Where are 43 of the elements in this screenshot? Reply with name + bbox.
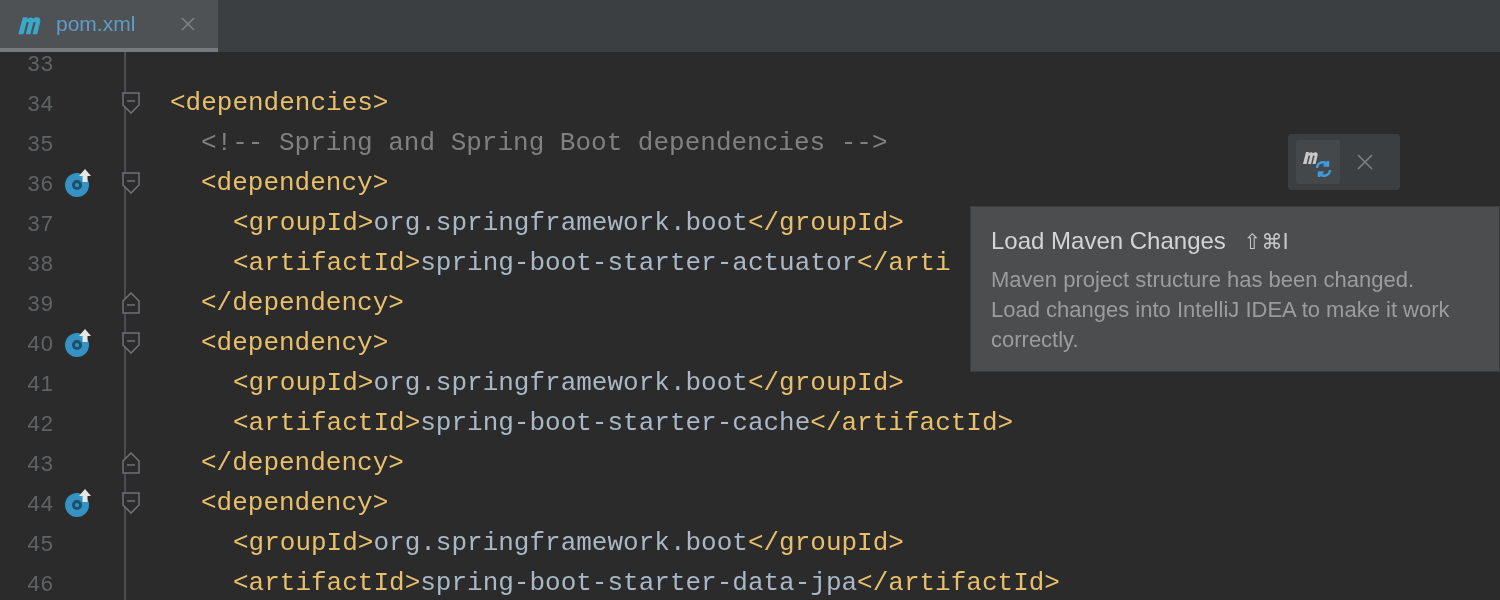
shortcut-text: ⇧⌘I [1243,229,1289,256]
line-number: 38 [26,249,54,278]
fold-icon[interactable] [122,332,140,354]
line-number: 42 [26,409,54,438]
fold-icon[interactable] [122,292,140,314]
overridden-method-icon[interactable] [64,168,94,198]
tooltip-description: Maven project structure has been changed. Load changes into IntelliJ IDEA to make it work correctly. [991,266,1451,354]
fold-icon[interactable] [122,92,140,114]
close-icon[interactable] [180,16,196,32]
tooltip-title: Load Maven Changes [991,226,1226,256]
editor-tab[interactable]: pom.xml [0,0,218,52]
code-line: <dependency> [201,327,389,360]
code-line: <artifactId>spring-boot-starter-cache</artifactId> [233,407,1014,440]
fold-icon[interactable] [122,172,140,194]
overridden-method-icon[interactable] [64,488,94,518]
fold-icon[interactable] [122,452,140,474]
code-line: <dependencies> [170,87,389,120]
code-line: <artifactId>spring-boot-starter-actuator</arti [233,247,951,280]
line-number: 45 [26,529,54,558]
code-line: <!-- Spring and Spring Boot dependencies --> [201,127,888,160]
line-number: 39 [26,289,54,318]
code-line: </dependency> [201,287,404,320]
close-icon[interactable] [1356,153,1374,171]
code-line: <groupId>org.springframework.boot</groupId> [233,367,904,400]
code-line: <dependency> [201,167,389,200]
line-number: 37 [26,209,54,238]
line-number: 34 [26,89,54,118]
line-number: 33 [26,52,54,78]
line-number: 40 [26,329,54,358]
line-number: 35 [26,129,54,158]
code-line: <groupId>org.springframework.boot</groupId> [233,207,904,240]
code-line: <groupId>org.springframework.boot</groupId> [233,527,904,560]
line-number: 43 [26,449,54,478]
overridden-method-icon[interactable] [64,328,94,358]
line-number: 44 [26,489,54,518]
load-maven-changes-button[interactable] [1296,140,1340,184]
code-line: </dependency> [201,447,404,480]
line-number: 36 [26,169,54,198]
fold-icon[interactable] [122,492,140,514]
code-line: <dependency> [201,487,389,520]
line-number: 46 [26,569,54,598]
line-number: 41 [26,369,54,398]
code-line: <artifactId>spring-boot-starter-data-jpa</artifactId> [233,567,1060,600]
